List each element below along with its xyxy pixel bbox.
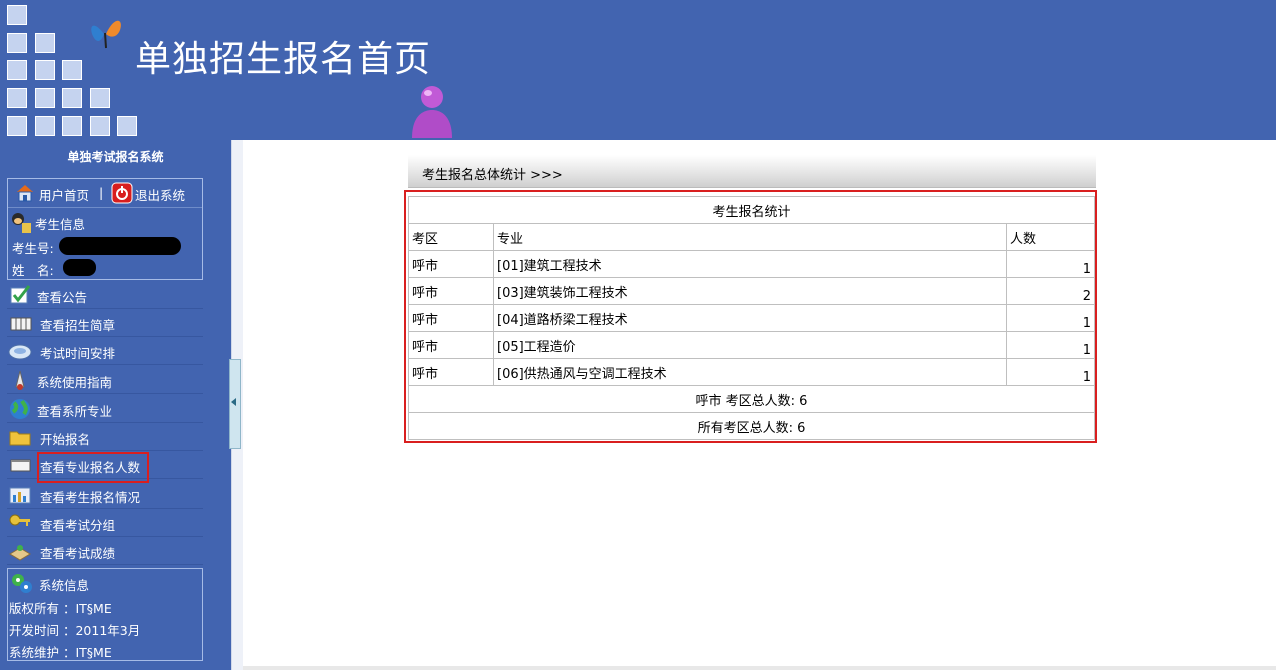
system-info-title: 系统信息 xyxy=(39,578,90,593)
cell-district: 呼市 xyxy=(408,358,494,386)
schedule-icon xyxy=(8,344,32,360)
table-row: 呼市 [04]道路桥梁工程技术 1 xyxy=(408,304,1095,332)
cell-major: [03]建筑装饰工程技术 xyxy=(493,277,1007,305)
menu-label: 考试时间安排 xyxy=(40,346,116,361)
user-home-link[interactable]: 用户首页 xyxy=(39,185,89,204)
menu-label: 开始报名 xyxy=(40,432,91,447)
globe-icon xyxy=(10,399,30,419)
table-row: 呼市 [06]供热通风与空调工程技术 1 xyxy=(408,358,1095,386)
sidebar-toggle[interactable] xyxy=(229,359,241,449)
window-icon xyxy=(10,459,31,472)
menu-label: 查看考试成绩 xyxy=(40,546,116,561)
brochure-icon xyxy=(10,317,32,331)
menu-label: 查看考生报名情况 xyxy=(40,490,141,505)
candidate-info-icon xyxy=(12,213,31,233)
home-icon xyxy=(17,185,33,202)
column-header-count: 人数 xyxy=(1006,223,1095,251)
menu-item-start-registration[interactable]: 开始报名 xyxy=(7,423,203,451)
cell-district: 呼市 xyxy=(408,250,494,278)
column-header-district: 考区 xyxy=(408,223,494,251)
notice-check-icon xyxy=(10,285,31,304)
system-info-panel: 系统信息 版权所有 ：IT§ME 开发时间 ：2011年3月 系统维护 ：IT§… xyxy=(7,568,203,661)
user-panel: 用户首页 | 退出系统 考生信息 考生号: 姓 名: xyxy=(7,178,203,280)
page-header: 单独招生报名首页 xyxy=(0,0,1276,140)
user-avatar-icon xyxy=(412,86,452,138)
column-header-major: 专业 xyxy=(493,223,1007,251)
cell-district: 呼市 xyxy=(408,277,494,305)
candidate-id-redacted xyxy=(59,237,181,255)
cell-count: 1 xyxy=(1006,331,1095,359)
menu-item-exam-groups[interactable]: 查看考试分组 xyxy=(7,509,203,537)
menu-item-candidate-status[interactable]: 查看考生报名情况 xyxy=(7,481,203,509)
menu-label: 查看考试分组 xyxy=(40,518,116,533)
guide-icon xyxy=(15,370,25,390)
cell-major: [06]供热通风与空调工程技术 xyxy=(493,358,1007,386)
cell-count: 1 xyxy=(1006,304,1095,332)
butterfly-logo-icon xyxy=(91,20,121,49)
table-title: 考生报名统计 xyxy=(408,196,1095,224)
menu-label: 查看公告 xyxy=(37,290,88,305)
cell-major: [04]道路桥梁工程技术 xyxy=(493,304,1007,332)
menu-label: 系统使用指南 xyxy=(37,375,113,390)
dev-time-text: 开发时间 ：2011年3月 xyxy=(9,623,141,638)
cell-major: [01]建筑工程技术 xyxy=(493,250,1007,278)
breadcrumb-text: 考生报名总体统计 >>> xyxy=(422,168,563,183)
candidate-id-label: 考生号: xyxy=(12,241,54,256)
menu-item-exam-scores[interactable]: 查看考试成绩 xyxy=(7,537,203,565)
power-icon xyxy=(111,182,133,204)
menu-item-departments[interactable]: 查看系所专业 xyxy=(7,395,203,423)
district-total: 呼市 考区总人数: 6 xyxy=(408,385,1095,413)
table-row: 呼市 [03]建筑装饰工程技术 2 xyxy=(408,277,1095,305)
folder-icon xyxy=(9,431,31,446)
board-icon xyxy=(9,545,31,561)
keys-icon xyxy=(9,514,30,526)
menu-item-brochure[interactable]: 查看招生简章 xyxy=(7,309,203,337)
cell-count: 1 xyxy=(1006,250,1095,278)
cell-district: 呼市 xyxy=(408,304,494,332)
logout-link[interactable]: 退出系统 xyxy=(135,185,185,204)
menu-item-major-registration-count[interactable]: 查看专业报名人数 xyxy=(7,451,203,483)
system-name: 单独考试报名系统 xyxy=(67,150,164,164)
copyright-text: 版权所有 ：IT§ME xyxy=(9,601,112,616)
candidate-name-redacted xyxy=(63,259,96,276)
overall-total: 所有考区总人数: 6 xyxy=(408,412,1095,440)
chevron-left-icon xyxy=(231,398,236,406)
registration-stats-table: 考生报名统计 考区 专业 人数 呼市 [01]建筑工程技术 1 呼市 [03]建… xyxy=(408,196,1095,440)
menu-item-exam-schedule[interactable]: 考试时间安排 xyxy=(7,337,203,365)
table-row: 呼市 [01]建筑工程技术 1 xyxy=(408,250,1095,278)
menu-highlight-box xyxy=(37,452,149,483)
page-title: 单独招生报名首页 xyxy=(135,39,432,80)
menu-item-announcements[interactable]: 查看公告 xyxy=(7,281,203,309)
cell-major: [05]工程造价 xyxy=(493,331,1007,359)
candidate-name-label: 姓 名: xyxy=(12,263,54,278)
table-row: 呼市 [05]工程造价 1 xyxy=(408,331,1095,359)
menu-item-user-guide[interactable]: 系统使用指南 xyxy=(7,366,203,394)
cell-count: 2 xyxy=(1006,277,1095,305)
candidate-info-title: 考生信息 xyxy=(35,217,86,232)
bar-chart-icon xyxy=(9,487,31,504)
footer-bar xyxy=(243,666,1276,670)
breadcrumb: 考生报名总体统计 >>> xyxy=(408,155,1096,188)
cell-count: 1 xyxy=(1006,358,1095,386)
menu-label: 查看招生简章 xyxy=(40,318,116,333)
menu-label: 查看系所专业 xyxy=(37,404,113,419)
link-separator: | xyxy=(99,185,104,200)
cell-district: 呼市 xyxy=(408,331,494,359)
maintainer-text: 系统维护 ：IT§ME xyxy=(9,645,112,660)
gears-icon xyxy=(12,574,32,593)
